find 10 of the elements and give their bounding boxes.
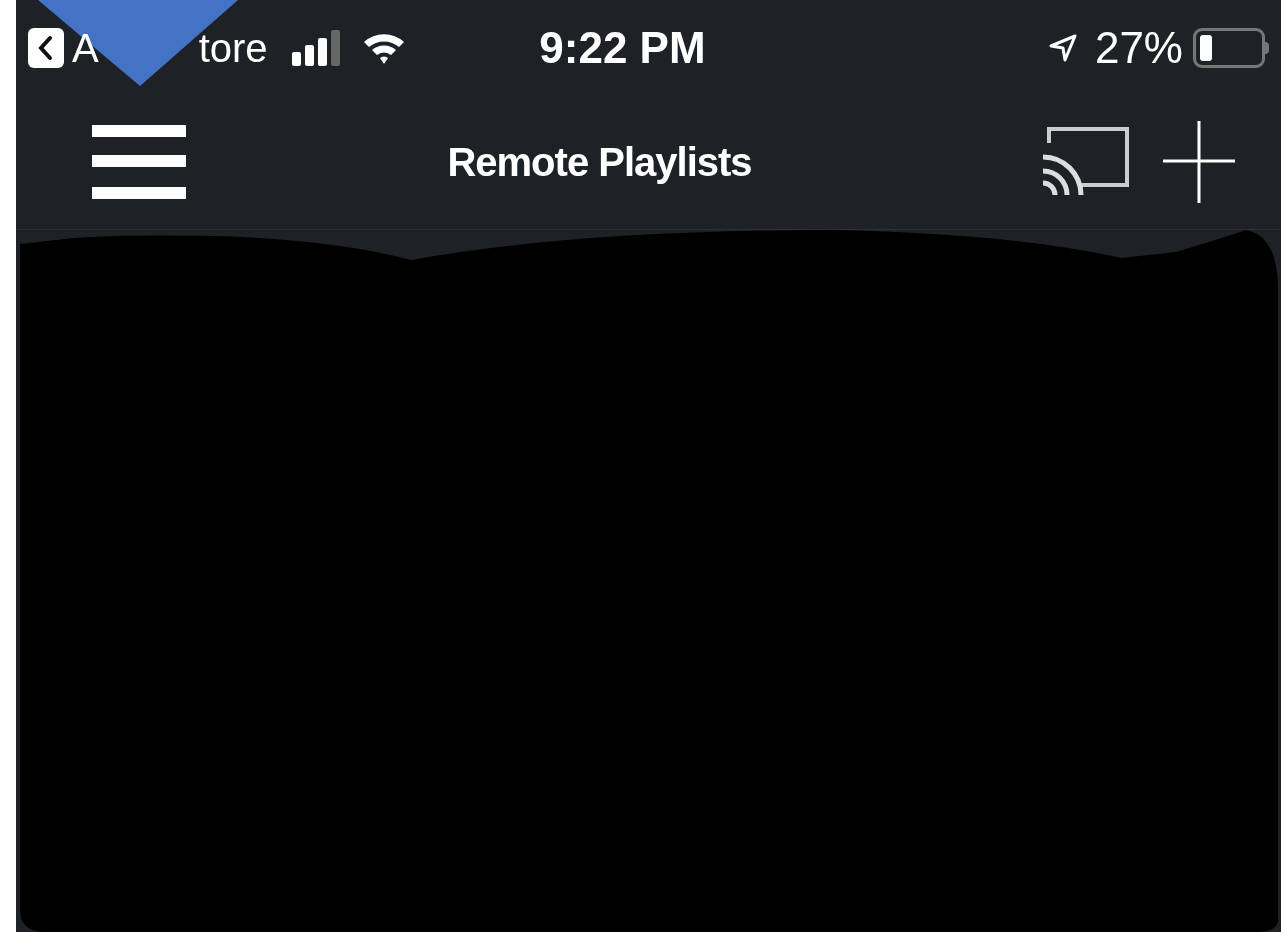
battery-percent: 27% <box>1094 21 1183 74</box>
status-time: 9:22 PM <box>539 21 706 74</box>
back-label[interactable]: A <box>72 27 99 68</box>
back-chevron-icon[interactable] <box>28 27 64 68</box>
battery-icon <box>1193 27 1269 68</box>
menu-icon[interactable] <box>92 125 186 199</box>
back-label[interactable]: tore <box>198 27 268 68</box>
signal-icon <box>291 29 342 66</box>
screen-title: Remote Playlists <box>447 139 752 186</box>
add-icon[interactable] <box>1163 121 1235 203</box>
